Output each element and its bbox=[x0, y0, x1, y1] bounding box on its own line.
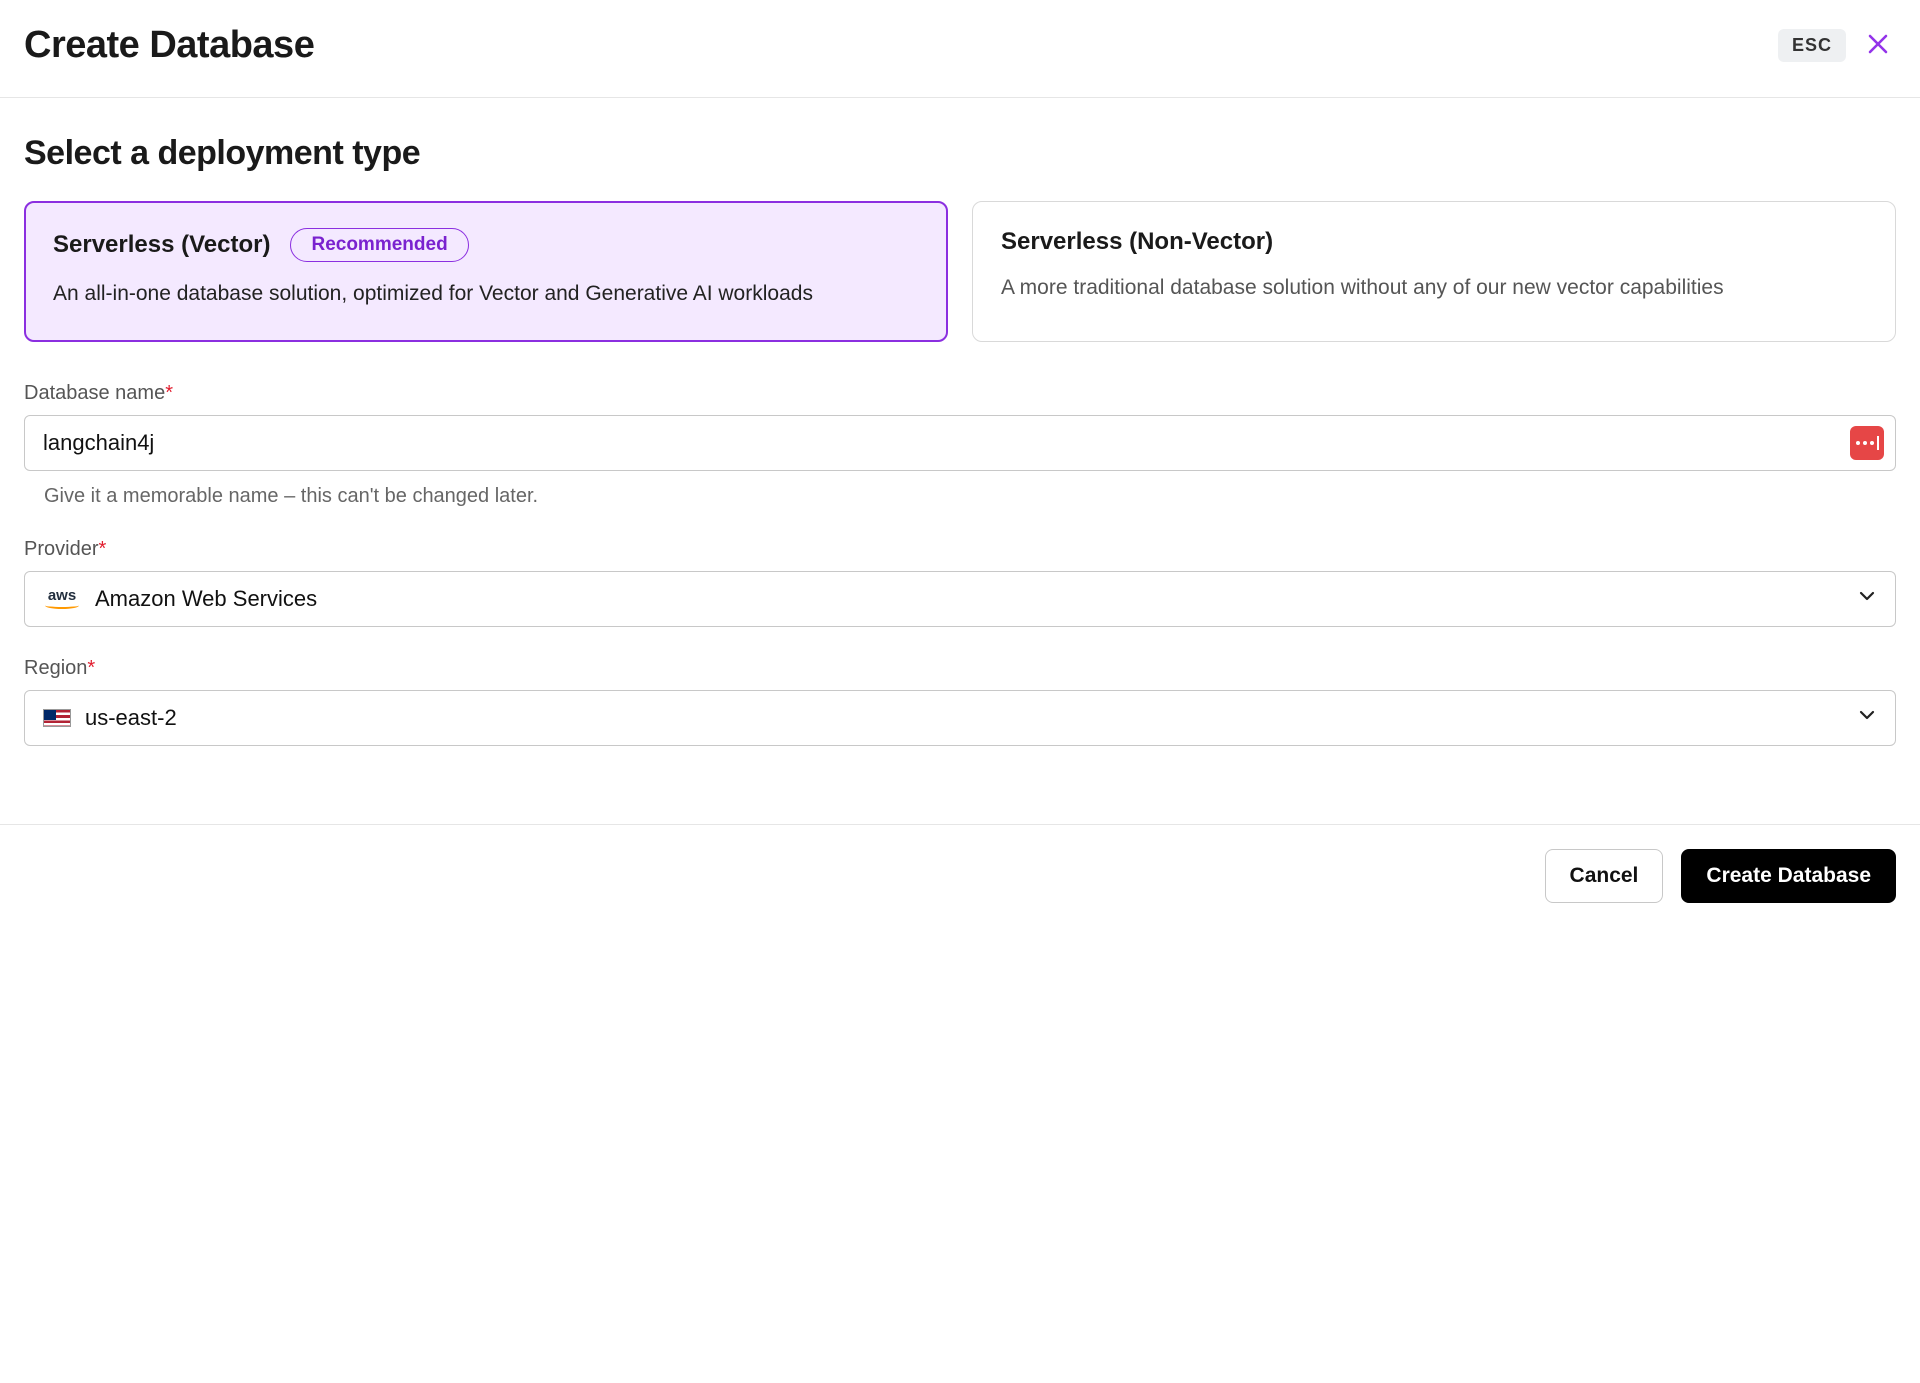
aws-logo-icon: aws bbox=[43, 588, 81, 609]
recommended-badge: Recommended bbox=[290, 228, 468, 262]
deployment-card-vector[interactable]: Serverless (Vector) Recommended An all-i… bbox=[24, 201, 948, 342]
us-flag-icon bbox=[43, 709, 71, 727]
required-marker: * bbox=[165, 382, 173, 404]
chevron-down-icon bbox=[1857, 705, 1877, 731]
card-description: An all-in-one database solution, optimiz… bbox=[53, 278, 919, 311]
provider-select[interactable]: aws Amazon Web Services bbox=[24, 571, 1896, 627]
close-icon bbox=[1867, 32, 1889, 60]
required-marker: * bbox=[87, 657, 95, 679]
chevron-down-icon bbox=[1857, 586, 1877, 612]
field-database-name: Database name* Give it a memorable name … bbox=[24, 382, 1896, 508]
dialog-footer: Cancel Create Database bbox=[0, 824, 1920, 927]
select-value: aws Amazon Web Services bbox=[43, 586, 317, 612]
input-wrapper bbox=[24, 415, 1896, 471]
card-header: Serverless (Vector) Recommended bbox=[53, 228, 919, 262]
section-title: Select a deployment type bbox=[24, 134, 1896, 173]
required-marker: * bbox=[98, 538, 106, 560]
card-title: Serverless (Vector) bbox=[53, 231, 270, 259]
database-name-label: Database name* bbox=[24, 382, 1896, 405]
database-name-help: Give it a memorable name – this can't be… bbox=[24, 485, 1896, 508]
region-value: us-east-2 bbox=[85, 705, 177, 731]
dialog-title: Create Database bbox=[24, 24, 314, 67]
provider-label: Provider* bbox=[24, 538, 1896, 561]
region-select[interactable]: us-east-2 bbox=[24, 690, 1896, 746]
database-name-input[interactable] bbox=[24, 415, 1896, 471]
field-provider: Provider* aws Amazon Web Services bbox=[24, 538, 1896, 627]
region-label: Region* bbox=[24, 657, 1896, 680]
esc-badge[interactable]: ESC bbox=[1778, 29, 1846, 62]
deployment-card-nonvector[interactable]: Serverless (Non-Vector) A more tradition… bbox=[972, 201, 1896, 342]
select-value: us-east-2 bbox=[43, 705, 177, 731]
deployment-type-cards: Serverless (Vector) Recommended An all-i… bbox=[24, 201, 1896, 342]
card-description: A more traditional database solution wit… bbox=[1001, 272, 1867, 305]
password-manager-icon[interactable] bbox=[1850, 426, 1884, 460]
cancel-button[interactable]: Cancel bbox=[1545, 849, 1664, 903]
dialog-header: Create Database ESC bbox=[0, 0, 1920, 98]
close-button[interactable] bbox=[1860, 28, 1896, 64]
provider-value: Amazon Web Services bbox=[95, 586, 317, 612]
field-region: Region* us-east-2 bbox=[24, 657, 1896, 746]
card-title: Serverless (Non-Vector) bbox=[1001, 228, 1273, 256]
create-database-button[interactable]: Create Database bbox=[1681, 849, 1896, 903]
dialog-content: Select a deployment type Serverless (Vec… bbox=[0, 98, 1920, 824]
card-header: Serverless (Non-Vector) bbox=[1001, 228, 1867, 256]
header-actions: ESC bbox=[1778, 28, 1896, 64]
